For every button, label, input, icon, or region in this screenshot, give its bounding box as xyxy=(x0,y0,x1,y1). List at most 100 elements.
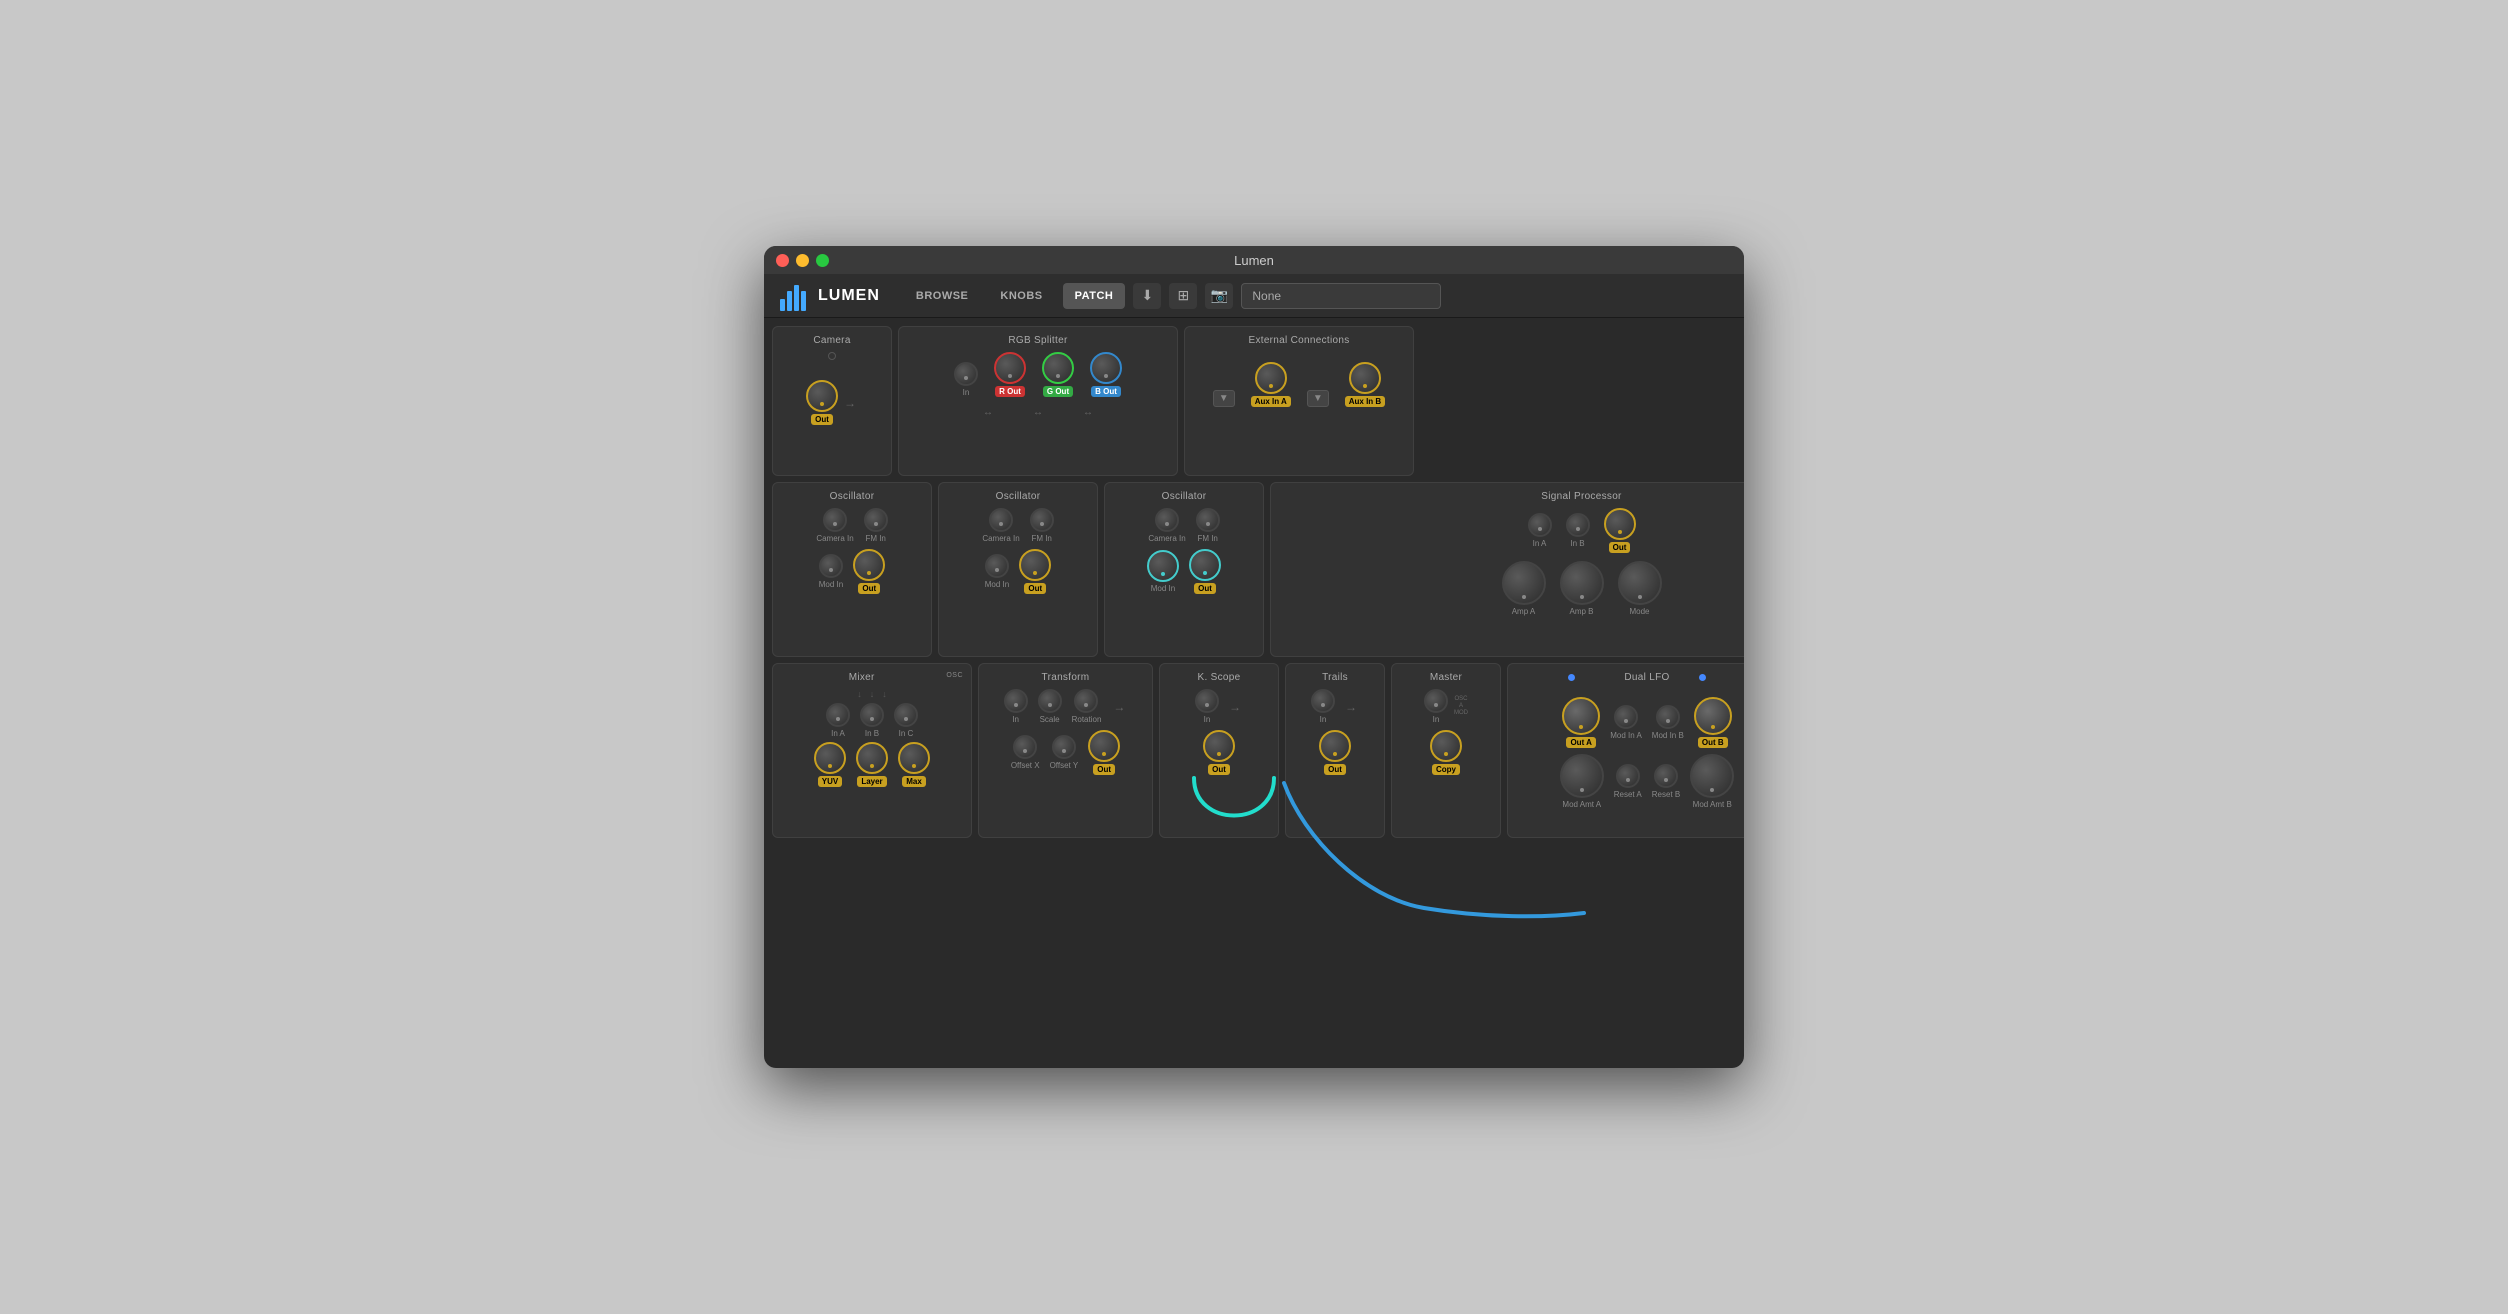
bot-row: Mixer OSC ↓ ↓ ↓ In A xyxy=(772,663,1744,838)
kscope-out-knob[interactable] xyxy=(1203,730,1235,762)
mixer-in-a-knob[interactable] xyxy=(826,703,850,727)
kscope-arrow: → xyxy=(1229,700,1241,714)
master-in-knob[interactable] xyxy=(1424,689,1448,713)
aux-in-a-label: Aux In A xyxy=(1251,396,1291,407)
download-button[interactable]: ⬇ xyxy=(1133,283,1161,309)
osc2-out-label: Out xyxy=(1024,583,1046,594)
rgb-bout-knob[interactable] xyxy=(1090,352,1122,384)
osc3-mod-in-knob[interactable] xyxy=(1147,550,1179,582)
aux-in-a-knob[interactable] xyxy=(1255,362,1287,394)
sp-title: Signal Processor xyxy=(1279,491,1744,502)
patch-button[interactable]: PATCH xyxy=(1063,283,1126,309)
close-button[interactable] xyxy=(776,254,789,267)
osc2-fm-in-knob[interactable] xyxy=(1030,508,1054,532)
lfo-mod-in-b-knob[interactable] xyxy=(1656,705,1680,729)
rgb-in-knob[interactable] xyxy=(954,362,978,386)
mixer-in-c-knob[interactable] xyxy=(894,703,918,727)
maximize-button[interactable] xyxy=(816,254,829,267)
osc1-mod-label: Mod In xyxy=(819,580,843,589)
lfo-reset-b-label: Reset B xyxy=(1652,790,1680,799)
osc1-fm-in-knob[interactable] xyxy=(864,508,888,532)
lfo-mod-in-b-label: Mod In B xyxy=(1652,731,1684,740)
rgb-title: RGB Splitter xyxy=(907,335,1169,346)
trails-arrow: → xyxy=(1345,700,1357,714)
mixer-layer-knob[interactable] xyxy=(856,742,888,774)
minimize-button[interactable] xyxy=(796,254,809,267)
lfo-mod-amt-a-knob[interactable] xyxy=(1560,754,1604,798)
transform-in-label: In xyxy=(1012,715,1019,724)
transform-offset-x-label: Offset X xyxy=(1011,761,1040,770)
camera-out-knob[interactable] xyxy=(806,380,838,412)
signal-processor-module: Signal Processor In A In B Out xyxy=(1270,482,1744,657)
osc2-mod-in-knob[interactable] xyxy=(985,554,1009,578)
transform-scale-knob[interactable] xyxy=(1038,689,1062,713)
lfo-out-a-knob[interactable] xyxy=(1562,697,1600,735)
osc3-fm-in-knob[interactable] xyxy=(1196,508,1220,532)
rgb-gout-knob[interactable] xyxy=(1042,352,1074,384)
kscope-in-knob[interactable] xyxy=(1195,689,1219,713)
osc1-camera-in-knob[interactable] xyxy=(823,508,847,532)
lfo-mod-amt-a-label: Mod Amt A xyxy=(1562,800,1601,809)
layout-button[interactable]: ⊞ xyxy=(1169,283,1197,309)
logo-icon xyxy=(780,281,810,311)
ext-dropdown-b[interactable]: ▼ xyxy=(1307,390,1329,407)
lfo-reset-b-knob[interactable] xyxy=(1654,764,1678,788)
browse-button[interactable]: BROWSE xyxy=(904,283,981,309)
master-title: Master xyxy=(1400,672,1492,683)
preset-input[interactable] xyxy=(1241,283,1441,309)
mixer-layer-label: Layer xyxy=(857,776,886,787)
rgb-rout-knob[interactable] xyxy=(994,352,1026,384)
camera-button[interactable]: 📷 xyxy=(1205,283,1233,309)
lfo-out-b-knob[interactable] xyxy=(1694,697,1732,735)
transform-offset-x-knob[interactable] xyxy=(1013,735,1037,759)
mixer-title: Mixer xyxy=(781,672,942,683)
rgb-rout-label: R Out xyxy=(995,386,1025,397)
aux-in-b-knob[interactable] xyxy=(1349,362,1381,394)
oscillator3-module: Oscillator Camera In FM In xyxy=(1104,482,1264,657)
osc3-title: Oscillator xyxy=(1113,491,1255,502)
sp-mode-knob[interactable] xyxy=(1618,561,1662,605)
mixer-in-c-label: In C xyxy=(899,729,914,738)
transform-rotation-knob[interactable] xyxy=(1074,689,1098,713)
sp-amp-a-knob[interactable] xyxy=(1502,561,1546,605)
mixer-in-b-label: In B xyxy=(865,729,879,738)
trails-title: Trails xyxy=(1294,672,1376,683)
trails-out-knob[interactable] xyxy=(1319,730,1351,762)
osc1-mod-in-knob[interactable] xyxy=(819,554,843,578)
transform-out-knob[interactable] xyxy=(1088,730,1120,762)
osc2-out-knob[interactable] xyxy=(1019,549,1051,581)
lfo-dot-b xyxy=(1699,674,1706,681)
trails-in-label: In xyxy=(1320,715,1327,724)
osc1-out-knob[interactable] xyxy=(853,549,885,581)
osc3-out-knob[interactable] xyxy=(1189,549,1221,581)
camera-module: Camera Out → xyxy=(772,326,892,476)
transform-offset-y-knob[interactable] xyxy=(1052,735,1076,759)
mixer-max-knob[interactable] xyxy=(898,742,930,774)
camera-arrow: → xyxy=(844,396,856,410)
lfo-mod-amt-b-knob[interactable] xyxy=(1690,754,1734,798)
transform-offset-y-label: Offset Y xyxy=(1050,761,1079,770)
sp-amp-b-knob[interactable] xyxy=(1560,561,1604,605)
ext-title: External Connections xyxy=(1193,335,1405,346)
osc-label: OSC xyxy=(946,672,963,679)
oscillator2-module: Oscillator Camera In FM In xyxy=(938,482,1098,657)
knobs-button[interactable]: KNOBS xyxy=(988,283,1054,309)
lfo-reset-a-knob[interactable] xyxy=(1616,764,1640,788)
mixer-yuv-knob[interactable] xyxy=(814,742,846,774)
osc3-mod-label: Mod In xyxy=(1151,584,1175,593)
osc2-camera-in-knob[interactable] xyxy=(989,508,1013,532)
sp-in-b-knob[interactable] xyxy=(1566,513,1590,537)
mixer-in-b-knob[interactable] xyxy=(860,703,884,727)
kscope-in-label: In xyxy=(1204,715,1211,724)
transform-scale-label: Scale xyxy=(1040,715,1060,724)
oscillator1-module: Oscillator Camera In FM In xyxy=(772,482,932,657)
sp-out-knob[interactable] xyxy=(1604,508,1636,540)
sp-in-a-knob[interactable] xyxy=(1528,513,1552,537)
lfo-mod-in-a-knob[interactable] xyxy=(1614,705,1638,729)
master-copy-knob[interactable] xyxy=(1430,730,1462,762)
window-controls xyxy=(776,254,829,267)
ext-dropdown-a[interactable]: ▼ xyxy=(1213,390,1235,407)
trails-in-knob[interactable] xyxy=(1311,689,1335,713)
osc3-camera-in-knob[interactable] xyxy=(1155,508,1179,532)
transform-in-knob[interactable] xyxy=(1004,689,1028,713)
